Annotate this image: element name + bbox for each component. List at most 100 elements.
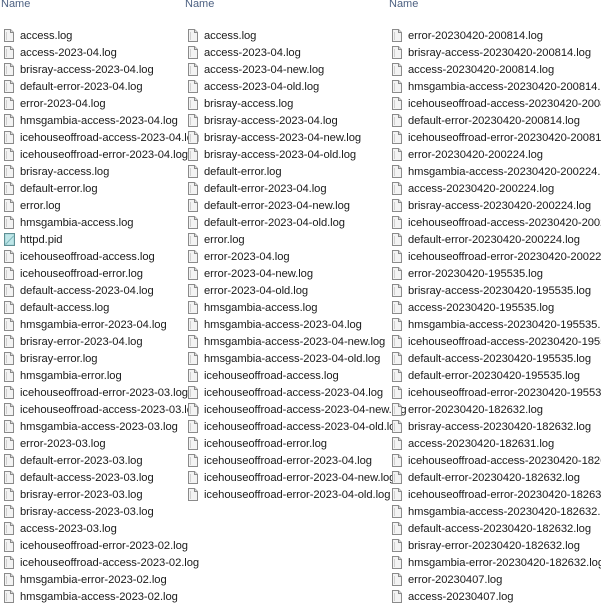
file-list-item[interactable]: error-20230407.log (388, 571, 601, 588)
file-list-item[interactable]: default-access-20230420-195535.log (388, 350, 601, 367)
file-list-item[interactable]: access.log (184, 27, 388, 44)
file-list-item[interactable]: default-error.log (0, 180, 182, 197)
file-list-item[interactable]: httpd.pid (0, 231, 182, 248)
file-list-item[interactable]: icehouseoffroad-error-2023-04-old.log (184, 486, 390, 503)
file-list-item[interactable]: default-error.log (184, 163, 388, 180)
file-list-item[interactable]: hmsgambia-access-20230420-200224.log (388, 163, 601, 180)
file-list-item[interactable]: icehouseoffroad-error-2023-04-new.log (184, 469, 395, 486)
file-list-item[interactable]: hmsgambia-access-2023-04-new.log (184, 333, 388, 350)
file-list-item[interactable]: brisray-access-20230420-195535.log (388, 282, 601, 299)
file-list-item[interactable]: icehouseoffroad-access.log (184, 367, 388, 384)
file-list-item[interactable]: icehouseoffroad-access-2023-04-new.log (184, 401, 407, 418)
file-list-item[interactable]: brisray-access-2023-04-new.log (184, 129, 388, 146)
file-list-item[interactable]: default-error-20230420-200224.log (388, 231, 601, 248)
file-list-item[interactable]: default-access-20230420-182632.log (388, 520, 601, 537)
file-list-item[interactable]: icehouseoffroad-error-20230420-200814.lo… (388, 129, 601, 146)
file-list-item[interactable]: access-2023-04-old.log (184, 78, 388, 95)
file-list-item[interactable]: brisray-access-20230420-200814.log (388, 44, 601, 61)
file-list-item[interactable]: access-20230420-195535.log (388, 299, 601, 316)
file-list-item[interactable]: brisray-access.log (184, 95, 388, 112)
file-list-item[interactable]: brisray-access-2023-03.log (0, 503, 182, 520)
file-list-item[interactable]: error-2023-03.log (0, 435, 182, 452)
file-list-item[interactable]: icehouseoffroad-access-2023-04.log (184, 384, 388, 401)
file-list-item[interactable]: icehouseoffroad-access-20230420-195535.l… (388, 333, 601, 350)
file-list-item[interactable]: icehouseoffroad-error-20230420-200224.lo… (388, 248, 601, 265)
file-list-item[interactable]: error-2023-04-new.log (184, 265, 388, 282)
file-list-item[interactable]: icehouseoffroad-access-20230420-200814.l… (388, 95, 601, 112)
file-list-item[interactable]: access-20230407.log (388, 588, 601, 605)
file-list-item[interactable]: default-error-20230420-182632.log (388, 469, 601, 486)
file-list-item[interactable]: access-2023-03.log (0, 520, 182, 537)
file-list-item[interactable]: hmsgambia-access-20230420-182632.log (388, 503, 601, 520)
column-header-name[interactable]: Name (388, 0, 601, 17)
file-list-item[interactable]: brisray-access-20230420-182632.log (388, 418, 601, 435)
file-list-item[interactable]: error-20230420-200224.log (388, 146, 601, 163)
file-list-item[interactable]: brisray-access-2023-04.log (0, 61, 182, 78)
file-list-item[interactable]: hmsgambia-access-2023-03.log (0, 418, 182, 435)
file-list-item[interactable]: icehouseoffroad-access-2023-04-old.log (184, 418, 402, 435)
file-list-item[interactable]: default-error-2023-04-new.log (184, 197, 388, 214)
file-list-item[interactable]: hmsgambia-error.log (0, 367, 182, 384)
file-list-item[interactable]: icehouseoffroad-error.log (0, 265, 182, 282)
file-list-item[interactable]: icehouseoffroad-error-2023-02.log (0, 537, 188, 554)
file-list-item[interactable]: icehouseoffroad-error-2023-04.log (184, 452, 388, 469)
file-list-item[interactable]: icehouseoffroad-access-2023-02.log (0, 554, 199, 571)
file-list-item[interactable]: brisray-access-20230420-200224.log (388, 197, 601, 214)
file-list-item[interactable]: default-error-20230420-195535.log (388, 367, 601, 384)
file-list-item[interactable]: icehouseoffroad-access-20230420-182632.l… (388, 452, 601, 469)
file-list-item[interactable]: error-20230420-200814.log (388, 27, 601, 44)
file-list-item[interactable]: hmsgambia-access.log (184, 299, 388, 316)
file-list-item[interactable]: hmsgambia-error-2023-04.log (0, 316, 182, 333)
file-list-item[interactable]: brisray-access-2023-04-old.log (184, 146, 388, 163)
file-list-item[interactable]: access-2023-04.log (0, 44, 182, 61)
file-list-item[interactable]: default-access-2023-03.log (0, 469, 182, 486)
file-list-item[interactable]: icehouseoffroad-access-2023-04.log (0, 129, 199, 146)
file-list-item[interactable]: icehouseoffroad-error-2023-03.log (0, 384, 188, 401)
file-list-item[interactable]: hmsgambia-access-2023-04-old.log (184, 350, 388, 367)
column-header-name[interactable]: Name (0, 0, 182, 17)
file-list-item[interactable]: error-2023-04.log (0, 95, 182, 112)
file-list-item[interactable]: brisray-access.log (0, 163, 182, 180)
file-list-item[interactable]: hmsgambia-access-2023-04.log (184, 316, 388, 333)
file-list-item[interactable]: default-error-2023-03.log (0, 452, 182, 469)
file-list-item[interactable]: default-error-2023-04-old.log (184, 214, 388, 231)
file-list-item[interactable]: hmsgambia-access-2023-04.log (0, 112, 182, 129)
file-list-item[interactable]: error.log (184, 231, 388, 248)
file-list-item[interactable]: icehouseoffroad-error.log (184, 435, 388, 452)
file-list-item[interactable]: icehouseoffroad-access-2023-03.log (0, 401, 199, 418)
file-list-item[interactable]: brisray-error-2023-04.log (0, 333, 182, 350)
file-list-item[interactable]: hmsgambia-access-20230420-200814.log (388, 78, 601, 95)
file-list-item[interactable]: icehouseoffroad-error-20230420-195535.lo… (388, 384, 601, 401)
file-list-item[interactable]: default-access.log (0, 299, 182, 316)
file-list-item[interactable]: icehouseoffroad-error-20230420-182632.lo… (388, 486, 601, 503)
file-list-item[interactable]: brisray-error-20230420-182632.log (388, 537, 601, 554)
file-list-item[interactable]: error-20230420-195535.log (388, 265, 601, 282)
file-list-item[interactable]: brisray-error-2023-03.log (0, 486, 182, 503)
file-list-item[interactable]: hmsgambia-access-2023-02.log (0, 588, 182, 605)
file-list-item[interactable]: default-error-20230420-200814.log (388, 112, 601, 129)
file-list-item[interactable]: access-2023-04-new.log (184, 61, 388, 78)
file-list-item[interactable]: brisray-error.log (0, 350, 182, 367)
file-list-item[interactable]: hmsgambia-access.log (0, 214, 182, 231)
file-icon (188, 403, 198, 416)
file-list-item[interactable]: hmsgambia-error-2023-02.log (0, 571, 182, 588)
file-list-item[interactable]: access-20230420-200224.log (388, 180, 601, 197)
column-header-name[interactable]: Name (184, 0, 388, 17)
file-list-item[interactable]: hmsgambia-error-20230420-182632.log (388, 554, 601, 571)
file-list-item[interactable]: default-access-2023-04.log (0, 282, 182, 299)
file-list-item[interactable]: error.log (0, 197, 182, 214)
file-list-item[interactable]: error-2023-04.log (184, 248, 388, 265)
file-list-item[interactable]: default-error-2023-04.log (0, 78, 182, 95)
file-list-item[interactable]: icehouseoffroad-access.log (0, 248, 182, 265)
file-list-item[interactable]: access-2023-04.log (184, 44, 388, 61)
file-list-item[interactable]: access-20230420-200814.log (388, 61, 601, 78)
file-list-item[interactable]: error-2023-04-old.log (184, 282, 388, 299)
file-list-item[interactable]: hmsgambia-access-20230420-195535.log (388, 316, 601, 333)
file-list-item[interactable]: icehouseoffroad-access-20230420-200224.l… (388, 214, 601, 231)
file-list-item[interactable]: access.log (0, 27, 182, 44)
file-list-item[interactable]: icehouseoffroad-error-2023-04.log (0, 146, 188, 163)
file-list-item[interactable]: error-20230420-182632.log (388, 401, 601, 418)
file-list-item[interactable]: brisray-access-2023-04.log (184, 112, 388, 129)
file-list-item[interactable]: default-error-2023-04.log (184, 180, 388, 197)
file-list-item[interactable]: access-20230420-182631.log (388, 435, 601, 452)
